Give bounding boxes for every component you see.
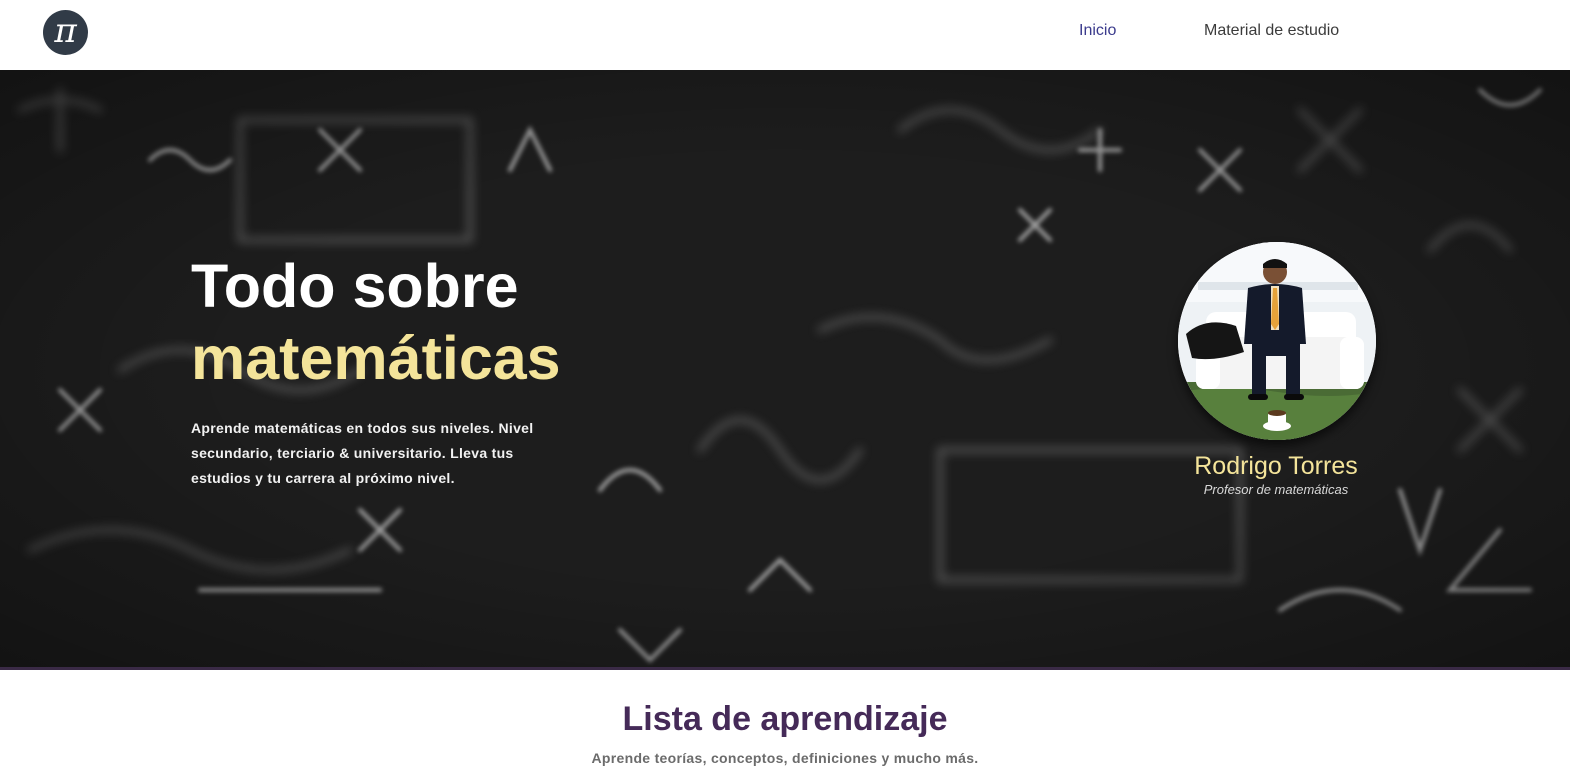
pi-icon: π (54, 10, 77, 51)
hero-title: Todo sobre matemáticas (191, 250, 561, 394)
teacher-avatar (1178, 242, 1376, 440)
hero-title-line1: Todo sobre (191, 252, 519, 320)
section-title: Lista de aprendizaje (622, 700, 948, 738)
teacher-portrait-photo (1178, 242, 1376, 440)
hero-banner: Todo sobre matemáticas Aprende matemátic… (0, 70, 1570, 670)
hero-title-line2: matemáticas (191, 324, 561, 392)
nav-link-material-de-estudio[interactable]: Material de estudio (1204, 22, 1339, 40)
nav-link-inicio[interactable]: Inicio (1079, 22, 1116, 40)
profile-name: Rodrigo Torres (1194, 452, 1358, 480)
top-navbar: π Inicio Material de estudio (0, 0, 1570, 70)
logo-button[interactable]: π (43, 10, 88, 55)
profile-role: Profesor de matemáticas (1203, 482, 1349, 497)
section-subtitle: Aprende teorías, conceptos, definiciones… (591, 750, 979, 766)
hero-description: Aprende matemáticas en todos sus niveles… (191, 420, 534, 486)
